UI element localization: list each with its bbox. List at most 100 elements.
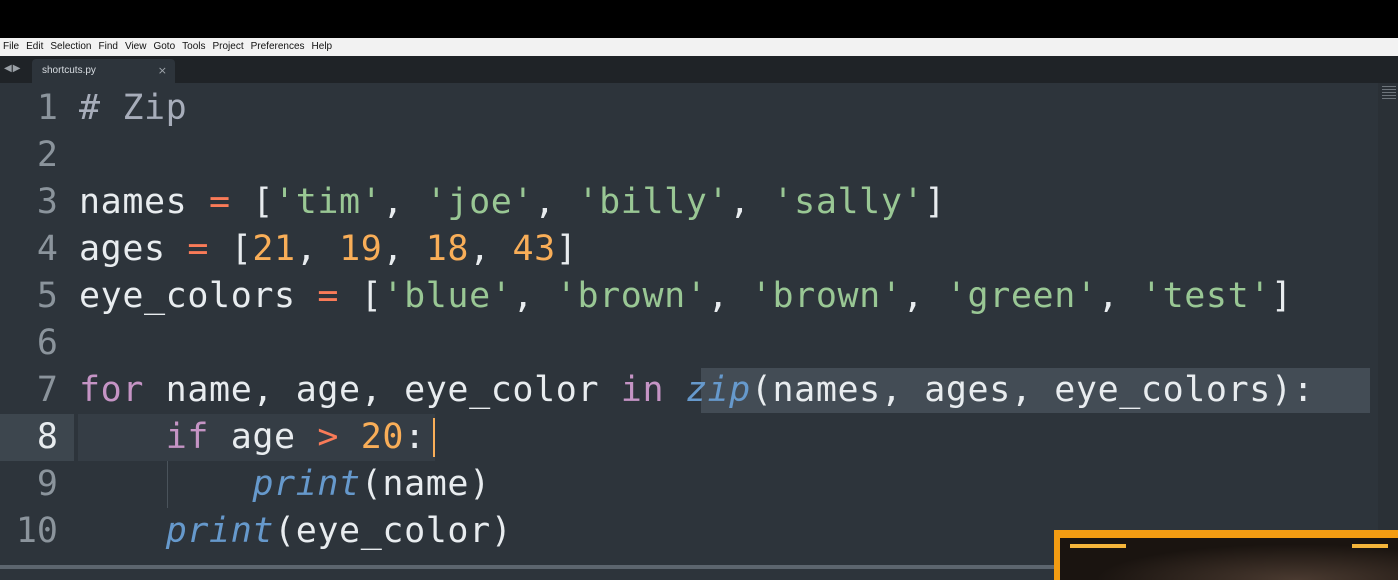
line-number: 3 bbox=[36, 182, 58, 222]
punctuation-token: : bbox=[404, 417, 426, 457]
line-number: 2 bbox=[36, 135, 58, 175]
function-token: print bbox=[165, 511, 275, 551]
code-line-9: 9 print(name) bbox=[0, 461, 1378, 508]
identifier-token: (name) bbox=[360, 464, 491, 504]
webcam-video bbox=[1060, 538, 1398, 580]
punctuation-token: [ bbox=[252, 182, 275, 222]
code-text: eye_colors = ['blue', 'brown', 'brown', … bbox=[79, 273, 1293, 320]
number-token: 19 bbox=[339, 229, 383, 269]
number-token: 18 bbox=[425, 229, 470, 269]
forward-arrow-icon[interactable]: ▶ bbox=[13, 63, 22, 74]
identifier-token: ages bbox=[79, 229, 166, 269]
keyword-token: for bbox=[79, 370, 145, 410]
line-number: 5 bbox=[36, 276, 58, 316]
menu-edit[interactable]: Edit bbox=[23, 38, 47, 56]
string-token: 'test' bbox=[1140, 276, 1271, 316]
number-token: 21 bbox=[252, 229, 296, 269]
line-number: 10 bbox=[15, 511, 58, 551]
tab-label: shortcuts.py bbox=[42, 65, 96, 76]
code-text: ages = [21, 19, 18, 43] bbox=[79, 226, 577, 273]
number-token: 20 bbox=[360, 417, 405, 457]
menu-file[interactable]: File bbox=[0, 38, 23, 56]
code-line-6: 6 bbox=[0, 320, 1378, 367]
punctuation-token: , bbox=[534, 182, 578, 222]
string-token: 'tim' bbox=[274, 182, 383, 222]
menu-view[interactable]: View bbox=[122, 38, 151, 56]
line-number: 9 bbox=[36, 464, 58, 504]
punctuation-token: ] bbox=[555, 229, 578, 269]
menu-project[interactable]: Project bbox=[210, 38, 248, 56]
operator-token: > bbox=[317, 417, 340, 457]
string-token: 'green' bbox=[945, 276, 1098, 316]
identifier-token: (names, ages, eye_colors): bbox=[750, 370, 1315, 410]
operator-token: = bbox=[165, 229, 231, 269]
menu-bar: File Edit Selection Find View Goto Tools… bbox=[0, 38, 1398, 56]
line-number: 8 bbox=[36, 417, 58, 457]
code-line-1: 1 # Zip bbox=[0, 85, 1378, 132]
code-line-8: 8 if age > 20: bbox=[0, 414, 1378, 461]
identifier-token: name, age, eye_color bbox=[144, 370, 621, 410]
punctuation-token: , bbox=[512, 276, 556, 316]
number-token: 43 bbox=[512, 229, 556, 269]
menu-find[interactable]: Find bbox=[96, 38, 122, 56]
line-number: 6 bbox=[36, 323, 58, 363]
string-token: 'sally' bbox=[772, 182, 925, 222]
video-top-letterbox bbox=[0, 0, 1398, 38]
code-line-3: 3 names = ['tim', 'joe', 'billy', 'sally… bbox=[0, 179, 1378, 226]
function-token: print bbox=[252, 464, 361, 504]
punctuation-token: , bbox=[382, 229, 426, 269]
code-text: print(eye_color) bbox=[79, 508, 512, 555]
code-editor[interactable]: 1 # Zip 2 3 names = ['tim', 'joe', 'bill… bbox=[0, 83, 1398, 580]
code-line-7: 7 for name, age, eye_color in zip(names,… bbox=[0, 367, 1378, 414]
code-line-2: 2 bbox=[0, 132, 1378, 179]
webcam-frame-accent bbox=[1070, 544, 1126, 548]
code-line-5: 5 eye_colors = ['blue', 'brown', 'brown'… bbox=[0, 273, 1378, 320]
webcam-frame-accent bbox=[1352, 544, 1388, 548]
menu-selection[interactable]: Selection bbox=[47, 38, 95, 56]
code-line-4: 4 ages = [21, 19, 18, 43] bbox=[0, 226, 1378, 273]
code-text: # Zip bbox=[79, 85, 187, 132]
back-arrow-icon[interactable]: ◀ bbox=[4, 63, 13, 74]
punctuation-token: ] bbox=[924, 182, 946, 222]
string-token: 'brown' bbox=[750, 276, 903, 316]
menu-preferences[interactable]: Preferences bbox=[248, 38, 309, 56]
identifier-token: eye_colors bbox=[79, 276, 296, 316]
punctuation-token: , bbox=[295, 229, 340, 269]
tab-nav-arrows: ◀▶ bbox=[4, 63, 21, 74]
punctuation-token: , bbox=[902, 276, 946, 316]
tab-bar: ◀▶ shortcuts.py × bbox=[0, 56, 1398, 83]
punctuation-token: [ bbox=[360, 276, 383, 316]
keyword-token: if bbox=[165, 417, 210, 457]
punctuation-token: , bbox=[1097, 276, 1141, 316]
close-icon[interactable]: × bbox=[158, 64, 167, 77]
code-text: names = ['tim', 'joe', 'billy', 'sally'] bbox=[79, 179, 946, 226]
tab-shortcuts-py[interactable]: shortcuts.py × bbox=[32, 59, 175, 83]
menu-tools[interactable]: Tools bbox=[179, 38, 209, 56]
identifier-token: names bbox=[79, 182, 188, 222]
minimap[interactable] bbox=[1378, 83, 1398, 580]
indent-token bbox=[79, 464, 252, 504]
keyword-token: in bbox=[620, 370, 665, 410]
menu-goto[interactable]: Goto bbox=[150, 38, 179, 56]
string-token: 'brown' bbox=[555, 276, 708, 316]
comment-token: # Zip bbox=[79, 88, 188, 128]
identifier-token: (eye_color) bbox=[274, 511, 513, 551]
menu-help[interactable]: Help bbox=[309, 38, 337, 56]
text-cursor bbox=[433, 418, 435, 457]
operator-token: = bbox=[187, 182, 253, 222]
identifier-token: age bbox=[209, 417, 318, 457]
minimap-viewport[interactable] bbox=[1382, 86, 1396, 100]
operator-token: = bbox=[295, 276, 361, 316]
punctuation-token: , bbox=[469, 229, 513, 269]
punctuation-token: ] bbox=[1270, 276, 1293, 316]
code-text: print(name) bbox=[79, 461, 491, 508]
webcam-overlay bbox=[1054, 530, 1398, 580]
string-token: 'blue' bbox=[382, 276, 513, 316]
line-number: 7 bbox=[36, 370, 58, 410]
punctuation-token: , bbox=[382, 182, 426, 222]
string-token: 'joe' bbox=[425, 182, 535, 222]
punctuation-token: , bbox=[707, 276, 751, 316]
function-token: zip bbox=[685, 370, 751, 410]
